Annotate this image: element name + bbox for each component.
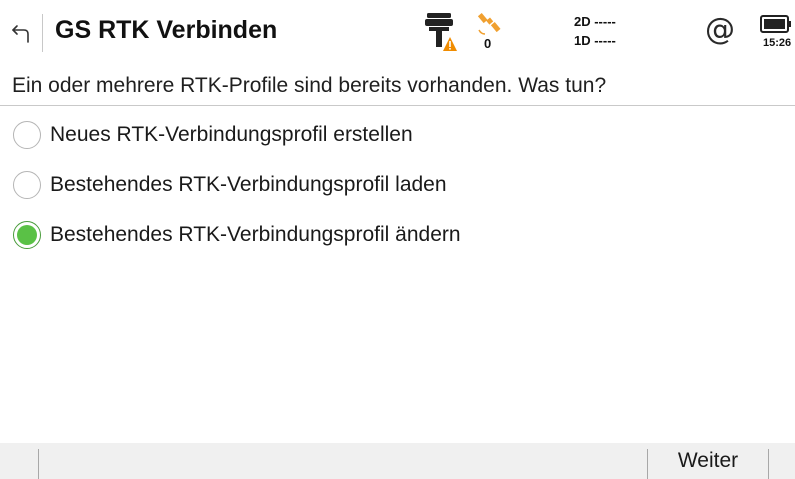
title-bar: GS RTK Verbinden 0 2D ----- 1D ----- @ 1…: [0, 0, 795, 64]
precision-1d: 1D -----: [574, 33, 616, 48]
option-create-profile[interactable]: Neues RTK-Verbindungsprofil erstellen: [0, 112, 795, 158]
clock: 15:26: [763, 37, 792, 49]
instrument-warning-icon[interactable]: [423, 11, 457, 53]
header-divider: [42, 14, 43, 52]
radio-button[interactable]: [13, 171, 41, 199]
question-text: Ein oder mehrere RTK-Profile sind bereit…: [12, 74, 607, 97]
at-icon[interactable]: @: [705, 13, 735, 47]
option-label: Bestehendes RTK-Verbindungsprofil ändern: [50, 223, 461, 246]
fkey-empty[interactable]: [39, 443, 647, 479]
option-label: Neues RTK-Verbindungsprofil erstellen: [50, 123, 413, 146]
divider: [0, 105, 795, 106]
precision-2d: 2D -----: [574, 14, 616, 29]
back-arrow-icon: [12, 25, 29, 43]
function-key-bar: Weiter: [0, 443, 795, 479]
precision-readout: 2D ----- 1D -----: [574, 12, 616, 50]
fkey-last[interactable]: [769, 443, 795, 479]
satellite-count: 0: [484, 36, 492, 51]
page-title: GS RTK Verbinden: [55, 16, 278, 44]
option-edit-profile[interactable]: Bestehendes RTK-Verbindungsprofil ändern: [0, 212, 795, 258]
radio-button-selected[interactable]: [13, 221, 41, 249]
option-load-profile[interactable]: Bestehendes RTK-Verbindungsprofil laden: [0, 162, 795, 208]
radio-button[interactable]: [13, 121, 41, 149]
satellite-icon[interactable]: [477, 12, 503, 36]
battery-icon[interactable]: [760, 14, 792, 34]
back-button[interactable]: [8, 20, 34, 46]
fkey-1[interactable]: [0, 443, 38, 479]
next-button[interactable]: Weiter: [648, 443, 768, 479]
option-label: Bestehendes RTK-Verbindungsprofil laden: [50, 173, 447, 196]
